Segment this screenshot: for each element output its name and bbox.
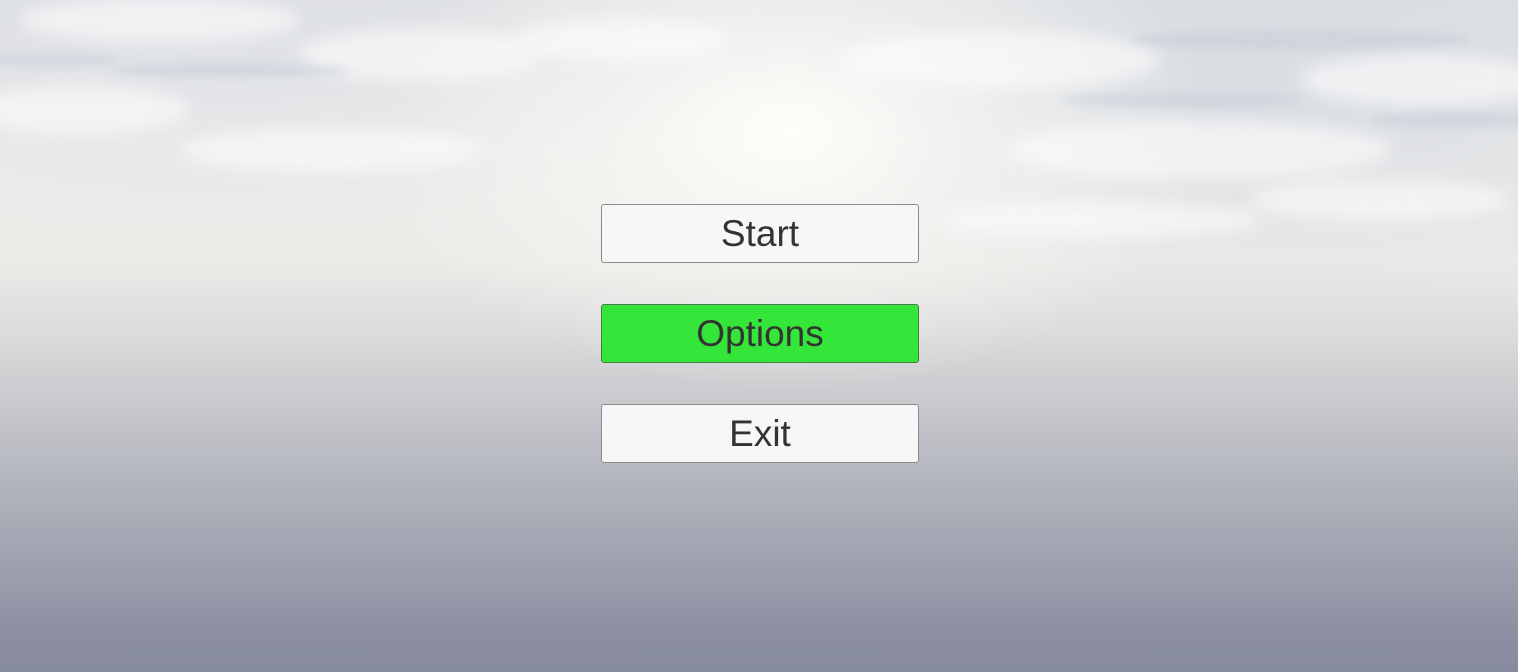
cloud-layer <box>0 0 1518 238</box>
options-button[interactable]: Options <box>601 304 919 363</box>
start-button[interactable]: Start <box>601 204 919 263</box>
exit-button[interactable]: Exit <box>601 404 919 463</box>
cloud-shadow-layer <box>0 30 1518 128</box>
